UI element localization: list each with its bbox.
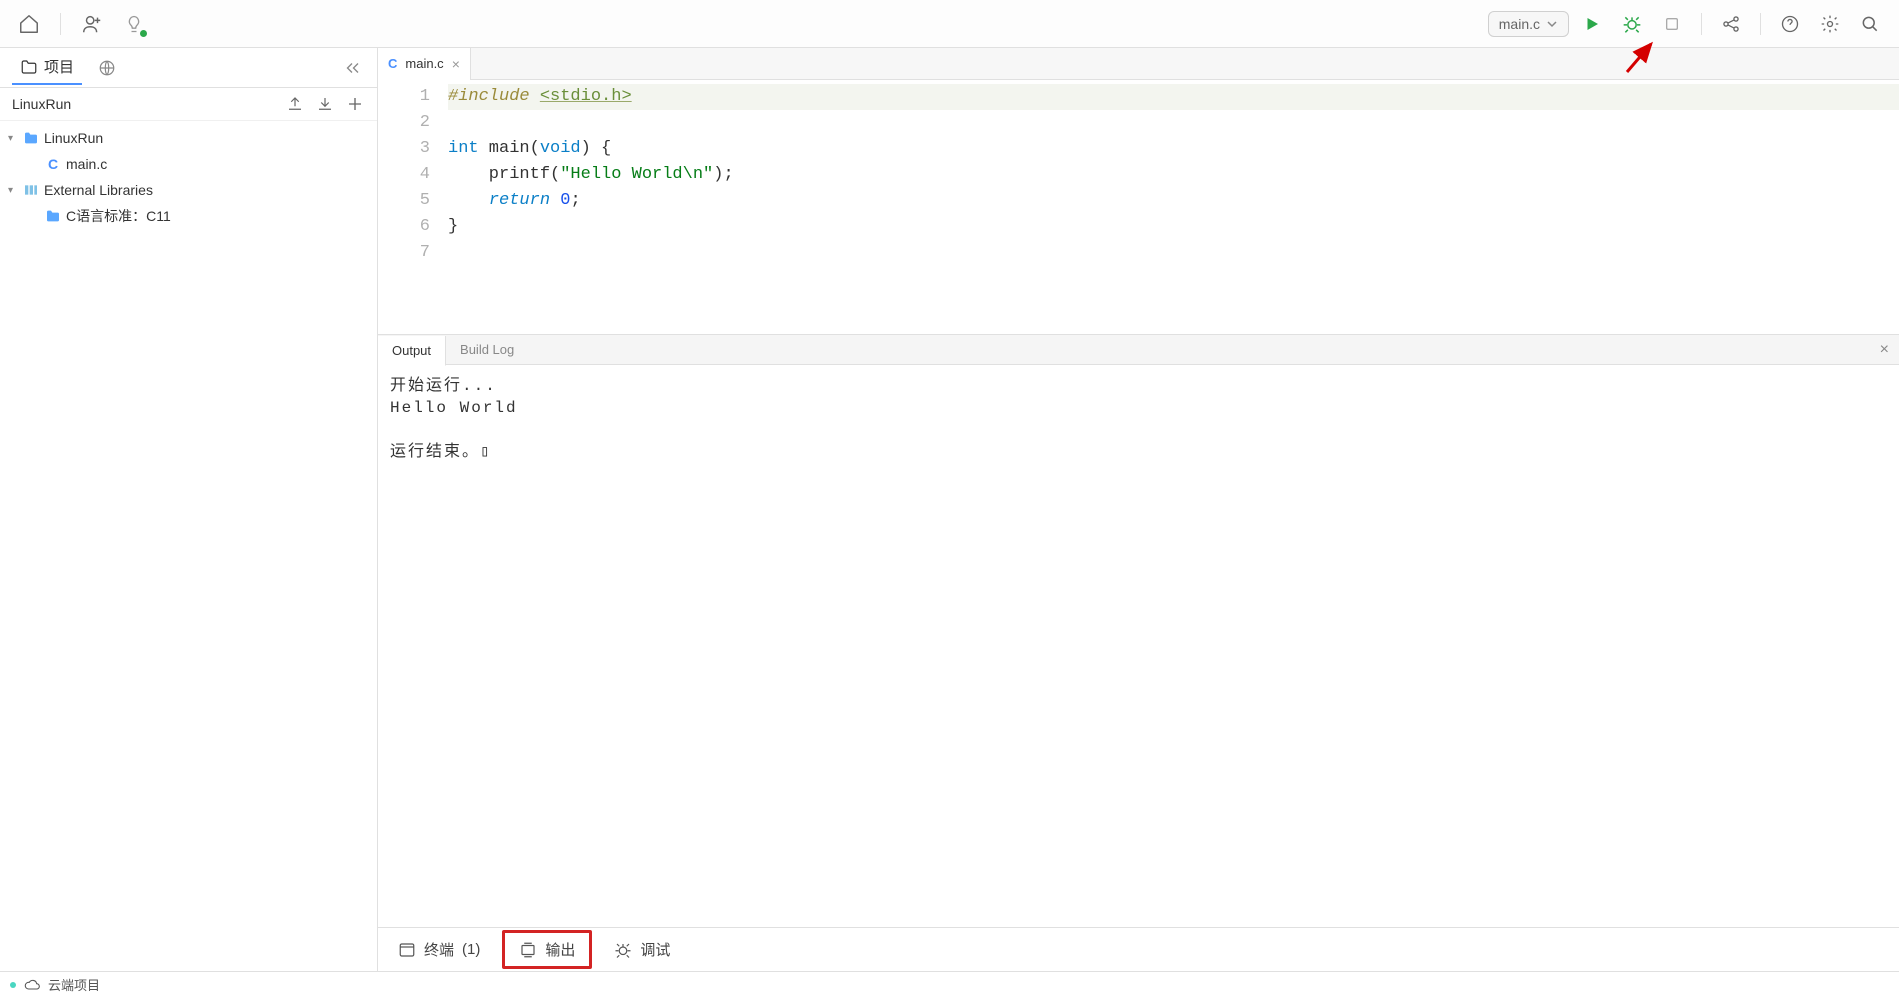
collapse-sidebar-button[interactable] — [339, 55, 365, 81]
editor-tab-mainc[interactable]: C main.c × — [378, 48, 471, 80]
run-target-dropdown[interactable]: main.c — [1488, 11, 1569, 37]
run-target-label: main.c — [1499, 16, 1540, 32]
code-editor[interactable]: 1 2 3 4 5 6 7 #include <stdio.h> int mai… — [378, 80, 1899, 334]
tree-folder-root[interactable]: ▾ LinuxRun — [0, 125, 377, 151]
divider — [1701, 13, 1702, 35]
bottombar-debug-label: 调试 — [640, 939, 670, 960]
editor-tab-label: main.c — [405, 56, 443, 71]
tree-c-standard[interactable]: C语言标准：C11 — [0, 203, 377, 229]
bottom-panel: Output Build Log × 开始运行... Hello World 运… — [378, 334, 1899, 971]
project-name: LinuxRun — [12, 96, 71, 112]
help-icon[interactable] — [1773, 7, 1807, 41]
run-button[interactable] — [1575, 7, 1609, 41]
bottombar-terminal-count: (1) — [462, 941, 480, 958]
bottombar-terminal[interactable]: 终端 (1) — [384, 933, 494, 966]
status-cloud-label: 云端项目 — [48, 975, 100, 994]
library-icon — [22, 182, 40, 198]
settings-icon[interactable] — [1813, 7, 1847, 41]
add-user-icon[interactable] — [75, 7, 109, 41]
output-icon — [519, 941, 537, 959]
c-file-icon: C — [388, 56, 397, 71]
home-icon[interactable] — [12, 7, 46, 41]
editor-tabs: C main.c × — [378, 48, 1899, 80]
debug-button[interactable] — [1615, 7, 1649, 41]
bottombar-output-label: 输出 — [545, 939, 575, 960]
bottombar-terminal-label: 终端 — [424, 939, 454, 960]
bottombar-output[interactable]: 输出 — [502, 930, 592, 969]
close-tab-icon[interactable]: × — [452, 56, 460, 72]
panel-tab-buildlog[interactable]: Build Log — [446, 335, 528, 365]
tree-label: External Libraries — [44, 182, 153, 198]
divider — [60, 13, 61, 35]
output-content[interactable]: 开始运行... Hello World 运行结束。▯ — [378, 365, 1899, 927]
sidebar: 项目 LinuxRun ▾ — [0, 48, 378, 971]
line-gutter: 1 2 3 4 5 6 7 — [378, 80, 448, 334]
sidebar-tab-web[interactable] — [90, 53, 124, 83]
tree-file-mainc[interactable]: C main.c — [0, 151, 377, 177]
panel-tab-output[interactable]: Output — [378, 336, 446, 366]
debug-icon — [614, 941, 632, 959]
tree-label: main.c — [66, 156, 107, 172]
code-content[interactable]: #include <stdio.h> int main(void) { prin… — [448, 80, 1899, 334]
close-panel-icon[interactable]: × — [1870, 341, 1899, 359]
share-icon[interactable] — [1714, 7, 1748, 41]
chevron-down-icon — [1546, 18, 1558, 30]
editor-column: C main.c × 1 2 3 4 5 6 7 #include <stdio… — [378, 48, 1899, 971]
bottombar-debug[interactable]: 调试 — [600, 933, 684, 966]
cloud-icon — [24, 977, 40, 993]
bottom-bar: 终端 (1) 输出 调试 — [378, 927, 1899, 971]
sidebar-tab-project[interactable]: 项目 — [12, 50, 82, 85]
status-dot — [10, 982, 16, 988]
file-tree: ▾ LinuxRun C main.c ▾ External Libraries… — [0, 121, 377, 971]
status-bar: 云端项目 — [0, 971, 1899, 997]
upload-icon[interactable] — [285, 94, 305, 114]
folder-icon — [20, 58, 38, 76]
download-icon[interactable] — [315, 94, 335, 114]
search-icon[interactable] — [1853, 7, 1887, 41]
tree-external-libraries[interactable]: ▾ External Libraries — [0, 177, 377, 203]
globe-icon — [98, 59, 116, 77]
c-file-icon: C — [44, 156, 62, 172]
terminal-icon — [398, 941, 416, 959]
add-icon[interactable] — [345, 94, 365, 114]
lightbulb-icon[interactable] — [117, 7, 151, 41]
folder-icon — [44, 208, 62, 224]
top-toolbar: main.c — [0, 0, 1899, 48]
tree-label: C语言标准：C11 — [66, 206, 171, 226]
folder-icon — [22, 130, 40, 146]
divider — [1760, 13, 1761, 35]
stop-button[interactable] — [1655, 7, 1689, 41]
sidebar-tab-project-label: 项目 — [44, 56, 74, 77]
tree-label: LinuxRun — [44, 130, 103, 146]
